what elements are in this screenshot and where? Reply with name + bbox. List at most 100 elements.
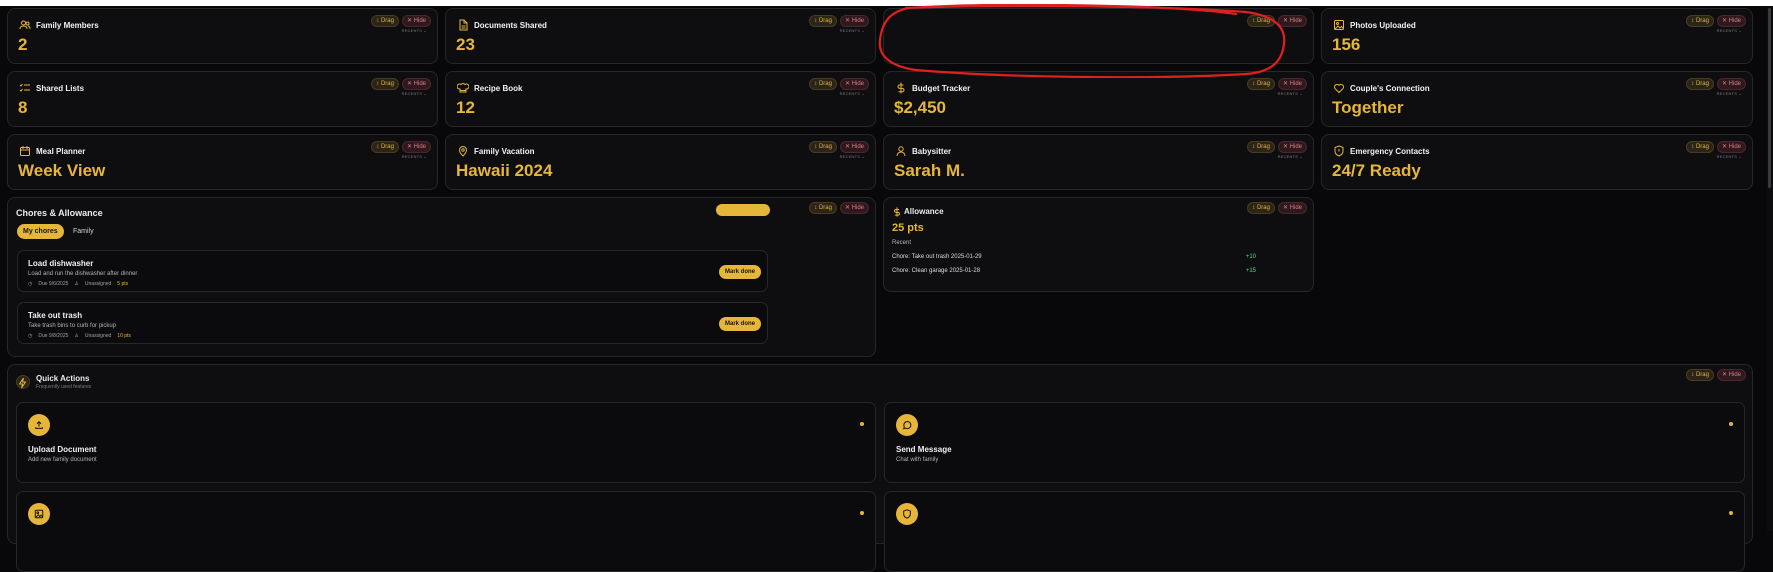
user-icon [896, 146, 906, 157]
stat-value: Together [1332, 98, 1404, 117]
hide-button[interactable]: ✕ Hide [839, 15, 869, 27]
drag-button[interactable]: ↕ Drag [371, 141, 399, 153]
drag-button[interactable]: ↕ Drag [809, 141, 837, 153]
recents-dropdown[interactable]: RECENTS ⌄ [402, 154, 427, 159]
zap-icon [16, 375, 30, 389]
recents-dropdown[interactable]: RECENTS ⌄ [402, 91, 427, 96]
stat-card-shared-lists[interactable]: Shared Lists 8 ↕ Drag ✕ Hide RECENTS ⌄ [7, 71, 438, 127]
recents-dropdown[interactable]: RECENTS ⌄ [1717, 91, 1742, 96]
stat-card-meal-planner[interactable]: Meal Planner Week View ↕ Drag ✕ Hide RECE… [7, 134, 438, 190]
stat-card-photos-uploaded[interactable]: Photos Uploaded 156 ↕ Drag ✕ Hide RECENTS… [1321, 8, 1753, 64]
chore-assignee: Unassigned [84, 333, 112, 339]
quick-action-photos[interactable] [16, 491, 876, 572]
stat-card-empty[interactable]: ↕ Drag ✕ Hide [883, 8, 1314, 64]
add-chore-button[interactable] [716, 204, 770, 216]
stat-value: 23 [456, 35, 475, 54]
recents-dropdown[interactable]: RECENTS ⌄ [1278, 154, 1303, 159]
stat-title: Shared Lists [36, 84, 85, 93]
stat-title: Couple's Connection [1350, 84, 1430, 93]
allowance-row-text: Chore: Take out trash 2025-01-29 [892, 254, 982, 260]
scrollbar-thumb[interactable] [1768, 8, 1771, 188]
hide-button[interactable]: ✕ Hide [1277, 202, 1307, 214]
hide-button[interactable]: ✕ Hide [839, 141, 869, 153]
hide-button[interactable]: ✕ Hide [1716, 141, 1746, 153]
image-icon [28, 503, 50, 525]
hide-button[interactable]: ✕ Hide [1277, 15, 1307, 27]
mark-done-button[interactable]: Mark done [718, 317, 761, 331]
hide-button[interactable]: ✕ Hide [401, 78, 431, 90]
drag-button[interactable]: ↕ Drag [1247, 78, 1275, 90]
stat-title: Photos Uploaded [1350, 21, 1416, 30]
stat-value: Sarah M. [894, 161, 965, 180]
quick-actions-panel: Quick Actions Frequently used features ↕… [7, 364, 1753, 572]
hide-button[interactable]: ✕ Hide [839, 78, 869, 90]
mark-done-button[interactable]: Mark done [718, 265, 761, 279]
allowance-title: Allowance [904, 207, 944, 216]
drag-button[interactable]: ↕ Drag [1247, 141, 1275, 153]
tab-my-chores[interactable]: My chores [17, 224, 64, 239]
chore-assignee: Unassigned [84, 281, 112, 287]
dollar-icon [894, 207, 900, 217]
hide-button[interactable]: ✕ Hide [1716, 15, 1746, 27]
heart-icon [1333, 83, 1345, 94]
recents-dropdown[interactable]: RECENTS ⌄ [402, 28, 427, 33]
drag-button[interactable]: ↕ Drag [1686, 78, 1714, 90]
recents-dropdown[interactable]: RECENTS ⌄ [840, 91, 865, 96]
hide-button[interactable]: ✕ Hide [401, 141, 431, 153]
drag-button[interactable]: ↕ Drag [371, 78, 399, 90]
quick-action-upload-document[interactable]: Upload Document Add new family document [16, 402, 876, 483]
user-icon: ♙ [74, 333, 79, 339]
drag-button[interactable]: ↕ Drag [1247, 15, 1275, 27]
stat-title: Documents Shared [474, 21, 547, 30]
stat-card-emergency-contacts[interactable]: Emergency Contacts 24/7 Ready ↕ Drag ✕ Hi… [1321, 134, 1753, 190]
allowance-card: Allowance ↕ Drag ✕ Hide 25 pts Recent Cho… [883, 197, 1314, 292]
allowance-row-points: +15 [1245, 268, 1256, 274]
hide-button[interactable]: ✕ Hide [1277, 141, 1307, 153]
recents-dropdown[interactable]: RECENTS ⌄ [840, 154, 865, 159]
quick-action-emergency[interactable] [884, 491, 1745, 572]
stat-value: $2,450 [894, 98, 946, 117]
hide-button[interactable]: ✕ Hide [1277, 78, 1307, 90]
shield-icon [896, 503, 918, 525]
drag-button[interactable]: ↕ Drag [809, 15, 837, 27]
drag-button[interactable]: ↕ Drag [1247, 202, 1275, 214]
chore-points: 10 pts [117, 333, 131, 339]
stat-card-recipe-book[interactable]: Recipe Book 12 ↕ Drag ✕ Hide RECENTS ⌄ [445, 71, 876, 127]
stat-value: 8 [18, 98, 28, 117]
stat-card-family-members[interactable]: Family Members 2 ↕ Drag ✕ Hide RECENTS ⌄ [7, 8, 438, 64]
allowance-row-text: Chore: Clean garage 2025-01-28 [892, 268, 981, 274]
stat-card-couples-connection[interactable]: Couple's Connection Together ↕ Drag ✕ Hid… [1321, 71, 1753, 127]
chores-card: Chores & Allowance ↕ Drag ✕ Hide My chore… [7, 197, 876, 357]
hide-button[interactable]: ✕ Hide [1716, 369, 1746, 381]
drag-button[interactable]: ↕ Drag [809, 202, 837, 214]
drag-button[interactable]: ↕ Drag [1686, 369, 1714, 381]
recents-dropdown[interactable]: RECENTS ⌄ [1278, 91, 1303, 96]
drag-button[interactable]: ↕ Drag [371, 15, 399, 27]
stat-card-babysitter[interactable]: Babysitter Sarah M. ↕ Drag ✕ Hide RECENTS… [883, 134, 1314, 190]
drag-button[interactable]: ↕ Drag [1686, 141, 1714, 153]
hide-button[interactable]: ✕ Hide [401, 15, 431, 27]
status-dot [1729, 422, 1733, 426]
stat-title: Family Members [36, 21, 99, 30]
quick-action-send-message[interactable]: Send Message Chat with family [884, 402, 1745, 483]
stat-card-documents-shared[interactable]: Documents Shared 23 ↕ Drag ✕ Hide RECENTS… [445, 8, 876, 64]
stat-card-family-vacation[interactable]: Family Vacation Hawaii 2024 ↕ Drag ✕ Hide… [445, 134, 876, 190]
hide-button[interactable]: ✕ Hide [839, 202, 869, 214]
dollar-icon [897, 82, 905, 94]
recents-dropdown[interactable]: RECENTS ⌄ [840, 28, 865, 33]
allowance-row: Chore: Take out trash 2025-01-29 +10 [892, 254, 1256, 260]
allowance-value: 25 pts [892, 222, 924, 234]
chore-points: 5 pts [117, 281, 129, 287]
clock-icon: ◷ [28, 333, 33, 339]
drag-button[interactable]: ↕ Drag [809, 78, 837, 90]
recents-dropdown[interactable]: RECENTS ⌄ [1717, 28, 1742, 33]
allowance-row-points: +10 [1245, 254, 1256, 260]
page-scrollbar[interactable] [1767, 6, 1773, 531]
recents-dropdown[interactable]: RECENTS ⌄ [1717, 154, 1742, 159]
quick-actions-title: Quick Actions [36, 374, 90, 383]
chore-description: Load and run the dishwasher after dinner [28, 271, 138, 277]
hide-button[interactable]: ✕ Hide [1716, 78, 1746, 90]
drag-button[interactable]: ↕ Drag [1686, 15, 1714, 27]
tab-family[interactable]: Family [67, 224, 100, 239]
stat-card-budget-tracker[interactable]: Budget Tracker $2,450 ↕ Drag ✕ Hide RECEN… [883, 71, 1314, 127]
